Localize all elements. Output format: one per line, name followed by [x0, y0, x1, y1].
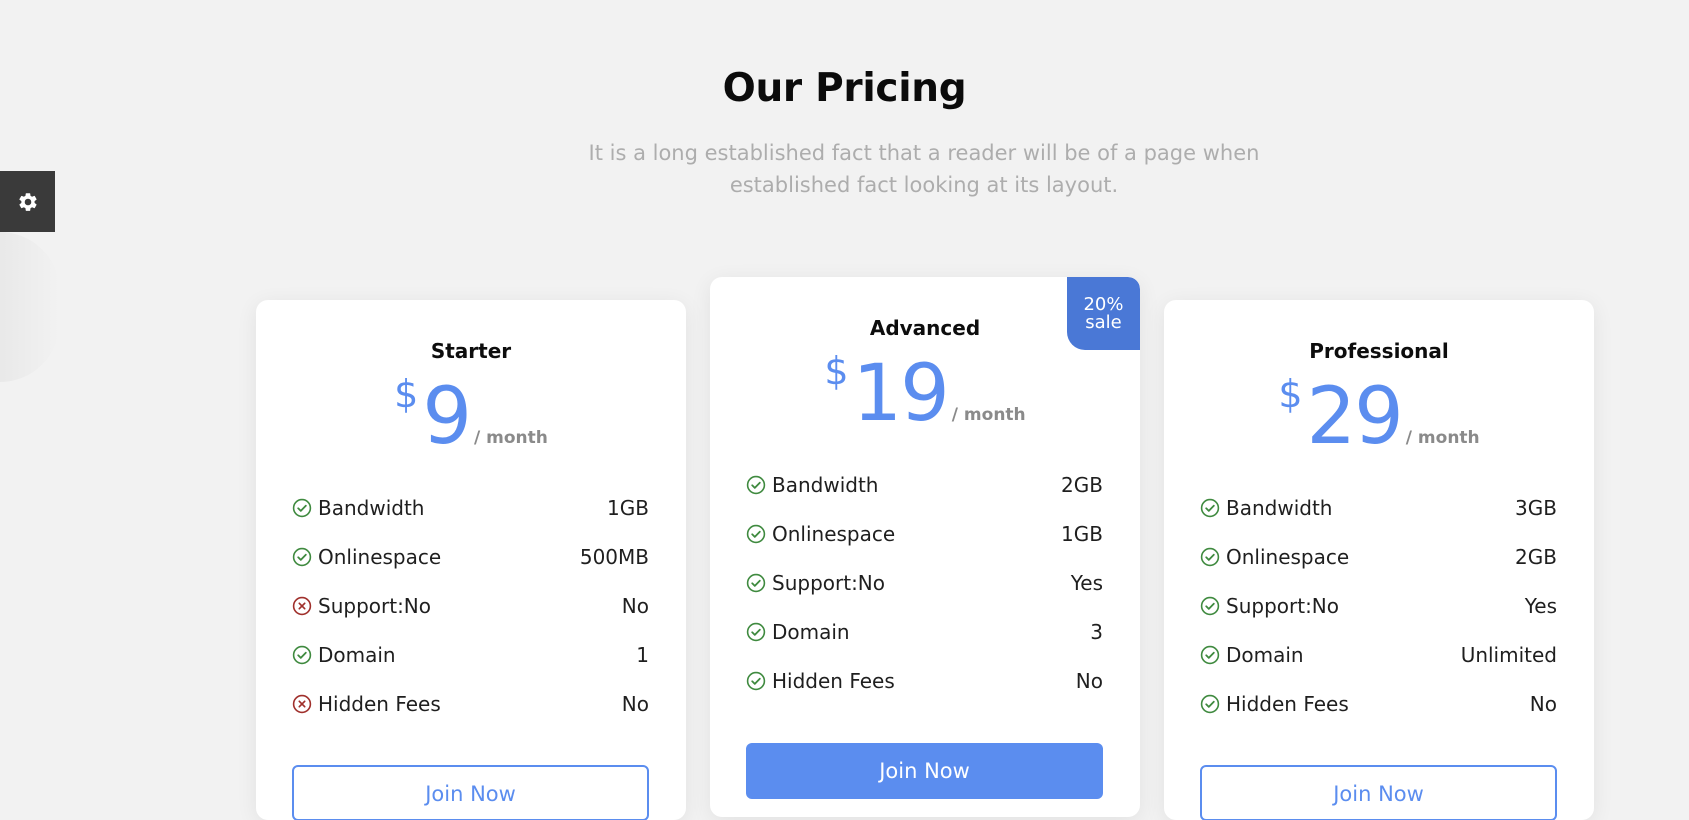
check-circle-icon: [1200, 498, 1220, 517]
feature-item: Hidden Fees No: [746, 656, 1103, 705]
section-title: Our Pricing: [722, 66, 967, 111]
feature-value: No: [1529, 691, 1557, 716]
price-currency: $: [824, 349, 849, 393]
pricing-card-advanced: 20% sale Advanced $19/ month Bandwidth 2G…: [710, 277, 1140, 817]
join-now-button[interactable]: Join Now: [746, 743, 1103, 799]
feature-item: Domain Unlimited: [1200, 630, 1557, 679]
feature-label: Support:No: [772, 570, 885, 595]
feature-label: Onlinespace: [772, 521, 896, 546]
gear-icon: [18, 192, 37, 211]
price-amount: 29: [1306, 372, 1404, 462]
price-currency: $: [394, 372, 419, 416]
check-circle-icon: [292, 547, 312, 566]
feature-list: Bandwidth 2GB Onlinespace 1GB Support:No Yes D…: [746, 460, 1103, 705]
x-circle-icon: [292, 596, 312, 615]
check-circle-icon: [292, 498, 312, 517]
feature-label: Hidden Fees: [1226, 691, 1349, 716]
feature-item: Hidden Fees No: [1200, 679, 1557, 728]
feature-label: Domain: [772, 619, 850, 644]
check-circle-icon: [292, 645, 312, 664]
check-circle-icon: [746, 573, 766, 592]
check-circle-icon: [746, 475, 766, 494]
feature-label: Domain: [318, 642, 396, 667]
feature-label: Onlinespace: [1226, 544, 1350, 569]
check-circle-icon: [746, 524, 766, 543]
plan-price: $9/ month: [256, 372, 686, 462]
pricing-card-professional: Professional $29/ month Bandwidth 3GB Onli…: [1164, 300, 1594, 820]
feature-value: 500MB: [579, 544, 649, 569]
sale-badge-percent: 20%: [1083, 293, 1124, 315]
feature-value: 1GB: [607, 495, 649, 520]
feature-label: Bandwidth: [318, 495, 425, 520]
feature-list: Bandwidth 3GB Onlinespace 2GB Support:No Yes D…: [1200, 483, 1557, 728]
feature-label: Onlinespace: [318, 544, 442, 569]
feature-value: No: [1075, 668, 1103, 693]
plan-name: Starter: [430, 339, 512, 363]
feature-item: Bandwidth 2GB: [746, 460, 1103, 509]
settings-panel-edge: [0, 232, 60, 382]
feature-value: 3GB: [1515, 495, 1557, 520]
section-subtitle: It is a long established fact that a rea…: [588, 141, 1260, 197]
feature-item: Hidden Fees No: [292, 679, 649, 728]
feature-item: Domain 3: [746, 607, 1103, 656]
price-period: / month: [1405, 428, 1480, 448]
feature-item: Support:No No: [292, 581, 649, 630]
check-circle-icon: [1200, 694, 1220, 713]
check-circle-icon: [746, 622, 766, 641]
pricing-card-starter: Starter $9/ month Bandwidth 1GB Onlinespac…: [256, 300, 686, 820]
feature-item: Support:No Yes: [1200, 581, 1557, 630]
plan-name: Professional: [1309, 339, 1449, 363]
feature-label: Hidden Fees: [318, 691, 441, 716]
feature-item: Support:No Yes: [746, 558, 1103, 607]
feature-value: Yes: [1070, 570, 1103, 595]
feature-item: Bandwidth 3GB: [1200, 483, 1557, 532]
feature-label: Bandwidth: [1226, 495, 1333, 520]
plan-price: $19/ month: [710, 349, 1140, 439]
plan-price: $29/ month: [1164, 372, 1594, 462]
feature-value: Yes: [1524, 593, 1557, 618]
feature-label: Domain: [1226, 642, 1304, 667]
price-period: / month: [951, 405, 1026, 425]
feature-value: No: [621, 691, 649, 716]
price-currency: $: [1278, 372, 1303, 416]
price-amount: 9: [422, 372, 472, 462]
feature-value: 3: [1090, 619, 1103, 644]
settings-toggle-button[interactable]: [0, 171, 55, 232]
price-amount: 19: [852, 349, 950, 439]
feature-label: Support:No: [1226, 593, 1339, 618]
feature-value: Unlimited: [1460, 642, 1557, 667]
x-circle-icon: [292, 694, 312, 713]
feature-item: Onlinespace 2GB: [1200, 532, 1557, 581]
feature-value: No: [621, 593, 649, 618]
plan-name: Advanced: [869, 316, 981, 340]
feature-item: Onlinespace 500MB: [292, 532, 649, 581]
feature-value: 2GB: [1515, 544, 1557, 569]
check-circle-icon: [1200, 645, 1220, 664]
feature-value: 1: [636, 642, 649, 667]
price-period: / month: [473, 428, 548, 448]
feature-label: Support:No: [318, 593, 431, 618]
feature-label: Hidden Fees: [772, 668, 895, 693]
check-circle-icon: [1200, 547, 1220, 566]
feature-item: Bandwidth 1GB: [292, 483, 649, 532]
feature-value: 1GB: [1061, 521, 1103, 546]
feature-label: Bandwidth: [772, 472, 879, 497]
feature-value: 2GB: [1061, 472, 1103, 497]
feature-item: Domain 1: [292, 630, 649, 679]
feature-list: Bandwidth 1GB Onlinespace 500MB Support:No No…: [292, 483, 649, 728]
check-circle-icon: [746, 671, 766, 690]
check-circle-icon: [1200, 596, 1220, 615]
feature-item: Onlinespace 1GB: [746, 509, 1103, 558]
